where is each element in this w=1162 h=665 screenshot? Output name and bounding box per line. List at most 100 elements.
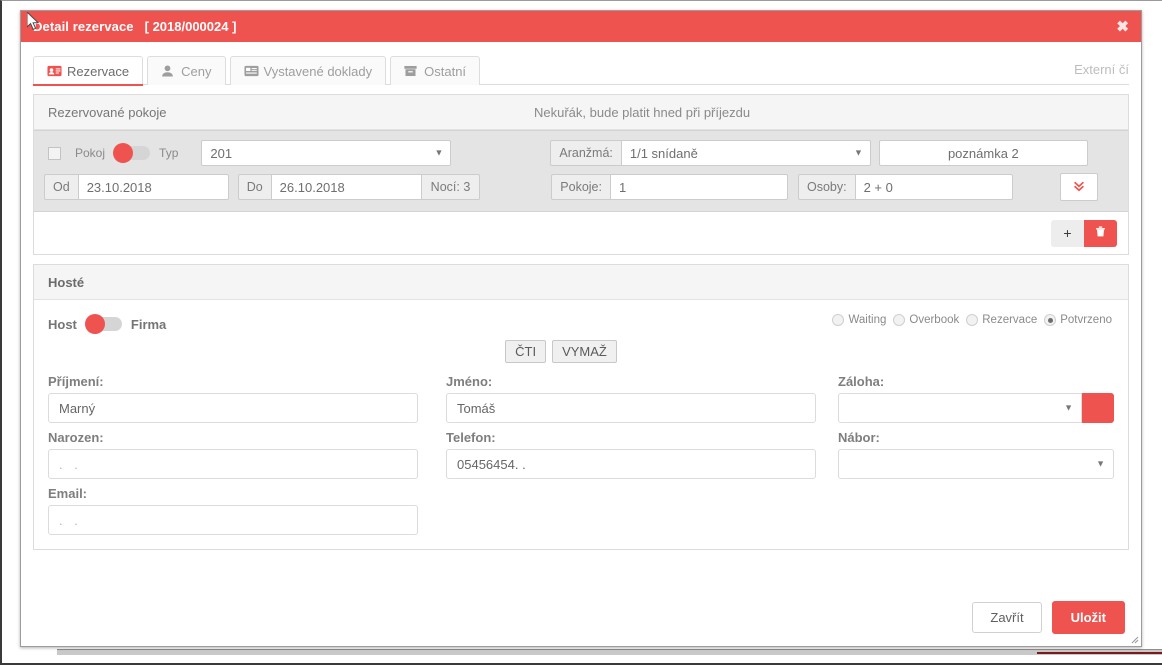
tab-vystavene-doklady[interactable]: Vystavené doklady bbox=[229, 56, 387, 85]
email-label: Email: bbox=[48, 486, 88, 501]
deposit-action-button[interactable] bbox=[1082, 393, 1114, 423]
room-note-value: poznámka 2 bbox=[947, 145, 1019, 161]
surname-label: Příjmení: bbox=[48, 374, 104, 389]
phone-label: Telefon: bbox=[446, 430, 496, 445]
guest-type-row: Host Firma Waiting Overbook Rezervace Po… bbox=[48, 312, 1114, 336]
radio-waiting[interactable]: Waiting bbox=[832, 314, 886, 326]
grid-spacer bbox=[418, 367, 446, 393]
close-icon[interactable]: ✖ bbox=[1116, 19, 1129, 34]
toggle-label-host: Host bbox=[48, 316, 77, 332]
surname-input[interactable]: Marný bbox=[48, 393, 418, 423]
background-scrollbar bbox=[57, 649, 1162, 655]
rooms-count-group: Pokoje: 1 bbox=[551, 174, 788, 200]
from-date-input[interactable]: 23.10.2018 bbox=[77, 174, 229, 200]
phone-value: 05456454. . bbox=[457, 456, 526, 472]
delete-room-button[interactable] bbox=[1084, 219, 1117, 247]
radio-overbook[interactable]: Overbook bbox=[893, 314, 959, 326]
room-row: Pokoj Typ 201 ▼ Aranžmá: 1/1 snídaně ▼ p… bbox=[34, 130, 1128, 212]
host-firma-toggle[interactable] bbox=[84, 314, 122, 334]
radio-label: Overbook bbox=[909, 314, 960, 326]
deposit-select[interactable]: ▼ bbox=[838, 393, 1082, 423]
radio-icon bbox=[966, 314, 979, 326]
grid-spacer bbox=[838, 505, 1114, 535]
radio-rezervace[interactable]: Rezervace bbox=[966, 314, 1037, 326]
tab-rezervace[interactable]: Rezervace bbox=[33, 56, 144, 86]
from-date-group: Od 23.10.2018 bbox=[44, 174, 229, 200]
deposit-label: Záloha: bbox=[838, 374, 885, 389]
save-button[interactable]: Uložit bbox=[1051, 600, 1125, 634]
tab-bar: Rezervace Ceny Vystavené doklady Ostatní… bbox=[33, 50, 1129, 86]
arrangement-value: 1/1 snídaně bbox=[629, 145, 698, 161]
rooms-count-label: Pokoje: bbox=[551, 174, 610, 200]
guests-panel-header: Hosté bbox=[34, 265, 1128, 300]
reservation-number: [ 2018/000024 ] bbox=[144, 19, 237, 34]
grid-spacer bbox=[418, 423, 446, 449]
arrangement-select[interactable]: 1/1 snídaně ▼ bbox=[620, 140, 871, 166]
pokoj-typ-toggle[interactable] bbox=[113, 143, 151, 163]
chevron-down-icon: ▼ bbox=[1064, 402, 1073, 413]
archive-box-icon bbox=[404, 65, 419, 78]
dialog-title: Detail rezervace bbox=[33, 19, 134, 34]
arrangement-label: Aranžmá: bbox=[550, 140, 621, 166]
phone-input[interactable]: 05456454. . bbox=[446, 449, 816, 479]
room-row-line-1: Pokoj Typ 201 ▼ Aranžmá: 1/1 snídaně ▼ p… bbox=[44, 140, 1118, 166]
nights-count: Nocí: 3 bbox=[421, 174, 481, 200]
reservation-note: Nekuřák, bude platit hned při příjezdu bbox=[534, 104, 751, 120]
chevron-double-down-icon bbox=[1073, 180, 1085, 195]
grid-spacer bbox=[418, 393, 446, 423]
recruit-label: Nábor: bbox=[838, 430, 880, 445]
rooms-count-input[interactable]: 1 bbox=[609, 174, 788, 200]
external-number-label: Externí čí bbox=[1074, 62, 1129, 77]
tab-ostatni[interactable]: Ostatní bbox=[390, 56, 481, 85]
chevron-down-icon: ▼ bbox=[434, 147, 444, 158]
birth-input[interactable]: . . bbox=[48, 449, 418, 479]
guests-form: Host Firma Waiting Overbook Rezervace Po… bbox=[34, 300, 1128, 549]
resize-grip-icon[interactable] bbox=[1127, 632, 1139, 644]
room-select[interactable]: 201 ▼ bbox=[201, 140, 452, 166]
chevron-down-icon: ▼ bbox=[1096, 458, 1105, 469]
expand-row-button[interactable] bbox=[1059, 173, 1098, 201]
toggle-label-pokoj: Pokoj bbox=[75, 146, 106, 160]
trash-icon bbox=[1094, 225, 1107, 241]
read-clear-buttons: ČTI VYMAŽ bbox=[21, 340, 1114, 363]
room-note-input[interactable]: poznámka 2 bbox=[878, 140, 1088, 166]
grid-spacer bbox=[816, 393, 838, 423]
tab-ceny[interactable]: Ceny bbox=[147, 56, 226, 85]
radio-icon bbox=[832, 314, 845, 326]
tab-label: Rezervace bbox=[67, 63, 130, 79]
room-select-checkbox[interactable] bbox=[48, 146, 61, 160]
read-button[interactable]: ČTI bbox=[505, 340, 547, 363]
persons-input[interactable]: 2 + 0 bbox=[854, 174, 1013, 200]
radio-potvrzeno[interactable]: Potvrzeno bbox=[1044, 314, 1112, 326]
background-accent-strip bbox=[1037, 652, 1162, 654]
rooms-panel-header: Rezervované pokoje Nekuřák, bude platit … bbox=[34, 95, 1128, 130]
card-document-icon bbox=[243, 65, 259, 78]
email-input[interactable]: . . bbox=[48, 505, 418, 535]
toggle-label-firma: Firma bbox=[130, 316, 167, 332]
dialog-body: Rezervace Ceny Vystavené doklady Ostatní… bbox=[21, 42, 1141, 646]
add-room-button[interactable]: + bbox=[1051, 219, 1084, 247]
persons-label: Osoby: bbox=[797, 174, 855, 200]
room-row-actions: + bbox=[34, 212, 1128, 254]
grid-spacer bbox=[446, 479, 816, 505]
recruit-select[interactable]: ▼ bbox=[838, 449, 1114, 479]
radio-label: Potvrzeno bbox=[1060, 314, 1112, 326]
radio-label: Rezervace bbox=[982, 314, 1038, 326]
firstname-input[interactable]: Tomáš bbox=[446, 393, 816, 423]
from-label: Od bbox=[44, 174, 78, 200]
birth-label: Narozen: bbox=[48, 430, 104, 445]
person-icon bbox=[161, 64, 176, 78]
toggle-knob bbox=[113, 143, 134, 163]
to-date-input[interactable]: 26.10.2018 bbox=[270, 174, 422, 200]
clear-button[interactable]: VYMAŽ bbox=[552, 340, 617, 363]
status-radio-group: Waiting Overbook Rezervace Potvrzeno bbox=[832, 314, 1112, 326]
arrangement-group: Aranžmá: 1/1 snídaně ▼ bbox=[550, 140, 871, 166]
rooms-panel: Rezervované pokoje Nekuřák, bude platit … bbox=[33, 94, 1129, 255]
tab-label: Ostatní bbox=[424, 63, 467, 79]
grid-spacer bbox=[446, 505, 816, 535]
grid-spacer bbox=[816, 479, 838, 505]
dialog-titlebar[interactable]: Detail rezervace [ 2018/000024 ] ✖ bbox=[21, 11, 1141, 42]
tab-label: Ceny bbox=[181, 63, 212, 79]
close-button[interactable]: Zavřít bbox=[972, 601, 1042, 633]
to-date-group: Do 26.10.2018 Nocí: 3 bbox=[237, 174, 481, 200]
